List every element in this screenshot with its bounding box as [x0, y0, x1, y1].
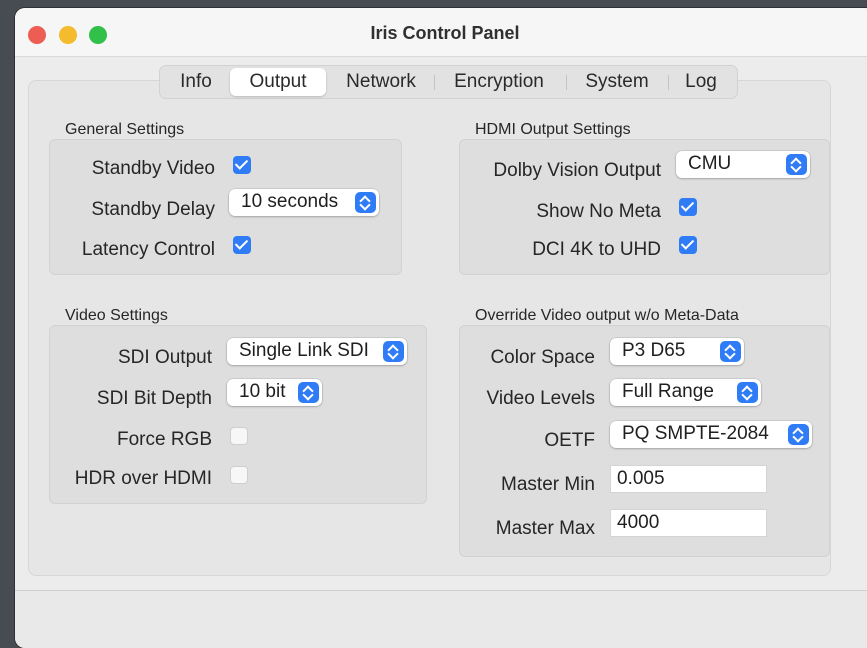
- latency-control-checkbox[interactable]: [233, 236, 251, 254]
- video-settings-title: Video Settings: [65, 307, 168, 324]
- hdmi-output-settings-title: HDMI Output Settings: [475, 121, 631, 138]
- tab-info[interactable]: Info: [166, 66, 226, 98]
- tab-separator: [566, 75, 567, 90]
- general-settings-title: General Settings: [65, 121, 185, 138]
- standby-delay-label: Standby Delay: [91, 199, 215, 220]
- chevron-updown-icon: [720, 341, 741, 362]
- force-rgb-label: Force RGB: [116, 429, 212, 450]
- video-settings-group: SDI Output Single Link SDI SDI Bit Depth…: [49, 325, 427, 504]
- standby-delay-value: 10 seconds: [241, 191, 339, 212]
- hdr-over-hdmi-label: HDR over HDMI: [74, 468, 212, 489]
- chevron-updown-icon: [298, 382, 319, 403]
- show-no-meta-label: Show No Meta: [536, 201, 661, 222]
- sdi-bit-depth-select[interactable]: 10 bit: [227, 379, 322, 406]
- override-video-output-group: Color Space P3 D65 Video Levels Full Ran…: [459, 325, 830, 557]
- force-rgb-checkbox[interactable]: [230, 427, 248, 445]
- color-space-value: P3 D65: [622, 340, 686, 361]
- oetf-select[interactable]: PQ SMPTE-2084: [610, 421, 812, 448]
- chevron-updown-icon: [737, 382, 758, 403]
- oetf-value: PQ SMPTE-2084: [622, 423, 769, 444]
- dolby-vision-output-select[interactable]: CMU: [676, 151, 810, 178]
- standby-video-checkbox[interactable]: [233, 156, 251, 174]
- standby-delay-select[interactable]: 10 seconds: [229, 189, 379, 216]
- video-levels-value: Full Range: [622, 381, 714, 402]
- hdmi-output-settings-group: Dolby Vision Output CMU Show No Meta DCI…: [459, 139, 830, 275]
- master-min-field[interactable]: [610, 465, 767, 493]
- window-title: Iris Control Panel: [370, 23, 520, 43]
- color-space-label: Color Space: [490, 347, 595, 368]
- tab-log[interactable]: Log: [671, 66, 731, 98]
- oetf-label: OETF: [544, 430, 595, 451]
- dci-4k-to-uhd-label: DCI 4K to UHD: [532, 239, 661, 260]
- dolby-vision-output-value: CMU: [688, 153, 732, 174]
- sdi-bit-depth-value: 10 bit: [239, 381, 286, 402]
- title-bar: Iris Control Panel: [15, 8, 867, 57]
- video-levels-select[interactable]: Full Range: [610, 379, 761, 406]
- master-min-label: Master Min: [501, 474, 595, 495]
- master-min-input[interactable]: [611, 466, 766, 492]
- dci-4k-to-uhd-checkbox[interactable]: [679, 236, 697, 254]
- dolby-vision-output-label: Dolby Vision Output: [493, 160, 661, 181]
- window-footer: [15, 590, 867, 648]
- app-window: Iris Control Panel Info Output Network E…: [15, 8, 867, 648]
- general-settings-group: Standby Video Standby Delay 10 seconds L…: [49, 139, 402, 275]
- tab-bar: Info Output Network Encryption System Lo…: [159, 65, 738, 99]
- standby-video-label: Standby Video: [91, 158, 215, 179]
- master-max-label: Master Max: [495, 518, 595, 539]
- chevron-updown-icon: [355, 192, 376, 213]
- master-max-field[interactable]: [610, 509, 767, 537]
- override-video-output-title: Override Video output w/o Meta-Data: [475, 307, 739, 324]
- tab-output[interactable]: Output: [230, 68, 326, 96]
- video-levels-label: Video Levels: [486, 388, 595, 409]
- tab-encryption[interactable]: Encryption: [437, 66, 561, 98]
- hdr-over-hdmi-checkbox[interactable]: [230, 466, 248, 484]
- tab-separator: [434, 75, 435, 90]
- chevron-updown-icon: [383, 341, 404, 362]
- show-no-meta-checkbox[interactable]: [679, 198, 697, 216]
- output-tab-content: General Settings Standby Video Standby D…: [28, 80, 831, 576]
- tab-separator: [668, 75, 669, 90]
- color-space-select[interactable]: P3 D65: [610, 338, 744, 365]
- chevron-updown-icon: [788, 424, 809, 445]
- sdi-bit-depth-label: SDI Bit Depth: [96, 388, 212, 409]
- sdi-output-value: Single Link SDI: [239, 340, 369, 361]
- tab-system[interactable]: System: [569, 66, 665, 98]
- master-max-input[interactable]: [611, 510, 766, 536]
- latency-control-label: Latency Control: [81, 239, 215, 260]
- chevron-updown-icon: [786, 154, 807, 175]
- tab-network[interactable]: Network: [330, 66, 432, 98]
- sdi-output-select[interactable]: Single Link SDI: [227, 338, 407, 365]
- sdi-output-label: SDI Output: [118, 347, 212, 368]
